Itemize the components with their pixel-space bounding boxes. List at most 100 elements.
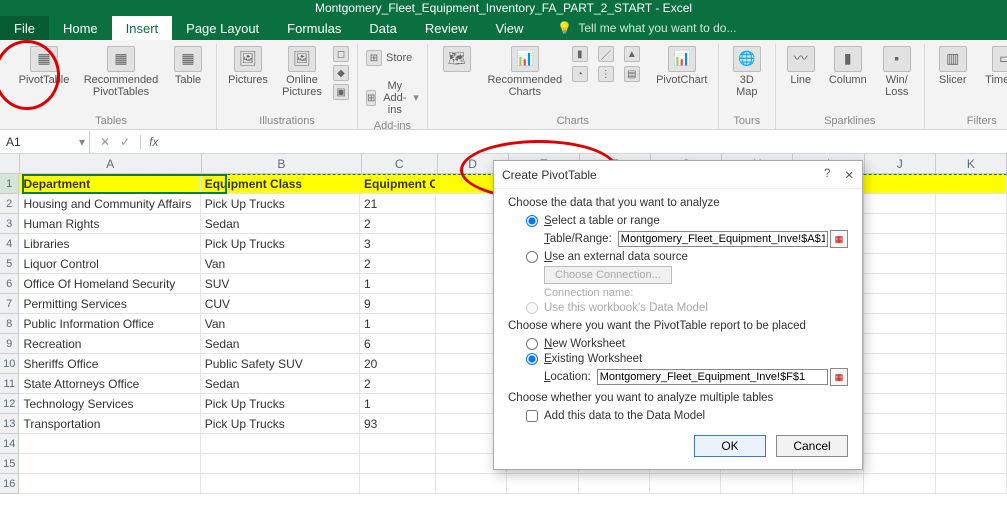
- row-header-11[interactable]: 11: [0, 374, 19, 394]
- cell-3-B[interactable]: Sedan: [201, 214, 360, 234]
- chart-line-icon[interactable]: ／: [598, 46, 614, 62]
- row-header-3[interactable]: 3: [0, 214, 19, 234]
- cell-6-B[interactable]: SUV: [201, 274, 360, 294]
- cell-16-I[interactable]: [793, 474, 864, 494]
- sparkline-winloss-button[interactable]: ▪ Win/ Loss: [878, 44, 916, 98]
- cell-14-B[interactable]: [201, 434, 360, 454]
- cell-7-C[interactable]: 9: [360, 294, 436, 314]
- cell-16-C[interactable]: [360, 474, 436, 494]
- location-input[interactable]: [597, 369, 828, 385]
- row-header-14[interactable]: 14: [0, 434, 19, 454]
- cell-16-E[interactable]: [507, 474, 578, 494]
- name-box[interactable]: A1 ▾: [0, 131, 90, 153]
- cell-8-K[interactable]: [936, 314, 1007, 334]
- tab-formulas[interactable]: Formulas: [273, 16, 355, 40]
- cell-15-C[interactable]: [360, 454, 436, 474]
- tab-data[interactable]: Data: [355, 16, 410, 40]
- checkbox-add-data-model[interactable]: [526, 410, 538, 422]
- my-addins-button[interactable]: ⊞ My Add-ins ▾: [366, 78, 419, 118]
- cell-8-J[interactable]: [864, 314, 935, 334]
- recommended-charts-button[interactable]: 📊 Recommended Charts: [486, 44, 564, 98]
- tab-view[interactable]: View: [481, 16, 537, 40]
- cell-11-J[interactable]: [864, 374, 935, 394]
- cell-15-A[interactable]: [19, 454, 200, 474]
- cell-5-J[interactable]: [864, 254, 935, 274]
- tab-review[interactable]: Review: [411, 16, 482, 40]
- cell-2-C[interactable]: 21: [360, 194, 436, 214]
- cell-13-B[interactable]: Pick Up Trucks: [201, 414, 360, 434]
- cell-15-B[interactable]: [201, 454, 360, 474]
- cell-12-C[interactable]: 1: [360, 394, 436, 414]
- cell-1-K[interactable]: [936, 174, 1007, 194]
- cell-8-A[interactable]: Public Information Office: [19, 314, 200, 334]
- row-header-9[interactable]: 9: [0, 334, 19, 354]
- range-picker-icon[interactable]: ▦: [830, 230, 848, 248]
- cell-15-J[interactable]: [864, 454, 935, 474]
- row-header-13[interactable]: 13: [0, 414, 19, 434]
- location-picker-icon[interactable]: ▦: [830, 368, 848, 386]
- cell-4-A[interactable]: Libraries: [19, 234, 200, 254]
- slicer-button[interactable]: ▥ Slicer: [933, 44, 973, 86]
- pictures-button[interactable]: 🖼 Pictures: [225, 44, 271, 86]
- cell-6-J[interactable]: [864, 274, 935, 294]
- table-range-input[interactable]: [618, 231, 828, 247]
- sparkline-line-button[interactable]: 〰 Line: [784, 44, 818, 86]
- cell-13-A[interactable]: Transportation: [19, 414, 200, 434]
- row-header-7[interactable]: 7: [0, 294, 19, 314]
- cell-9-A[interactable]: Recreation: [19, 334, 200, 354]
- cell-14-C[interactable]: [360, 434, 436, 454]
- cell-16-A[interactable]: [19, 474, 200, 494]
- timeline-button[interactable]: ▭ Timeline: [981, 44, 1007, 86]
- shapes-icon[interactable]: ◻: [333, 46, 349, 62]
- cell-12-A[interactable]: Technology Services: [19, 394, 200, 414]
- chart-scatter-icon[interactable]: ⋮: [598, 66, 614, 82]
- cell-1-J[interactable]: [864, 174, 935, 194]
- cell-9-B[interactable]: Sedan: [201, 334, 360, 354]
- row-header-12[interactable]: 12: [0, 394, 19, 414]
- cancel-button[interactable]: Cancel: [776, 435, 848, 457]
- row-header-1[interactable]: 1: [0, 174, 19, 194]
- cell-16-B[interactable]: [201, 474, 360, 494]
- cell-5-A[interactable]: Liquor Control: [19, 254, 200, 274]
- cell-14-K[interactable]: [936, 434, 1007, 454]
- cell-7-J[interactable]: [864, 294, 935, 314]
- pivot-table-button[interactable]: ▦ PivotTable: [14, 44, 74, 86]
- cell-10-B[interactable]: Public Safety SUV: [201, 354, 360, 374]
- cell-2-J[interactable]: [864, 194, 935, 214]
- smartart-icon[interactable]: ◆: [333, 65, 349, 81]
- ok-button[interactable]: OK: [694, 435, 766, 457]
- dialog-titlebar[interactable]: Create PivotTable ? ✕: [494, 161, 862, 189]
- chart-area-icon[interactable]: ▲: [624, 46, 640, 62]
- cell-12-J[interactable]: [864, 394, 935, 414]
- tab-home[interactable]: Home: [49, 16, 112, 40]
- col-header-K[interactable]: K: [936, 154, 1007, 173]
- radio-select-table[interactable]: [526, 215, 538, 227]
- col-header-A[interactable]: A: [20, 154, 202, 173]
- chart-pie-icon[interactable]: ◔: [572, 66, 588, 82]
- table-button[interactable]: ▦ Table: [168, 44, 208, 86]
- cell-2-K[interactable]: [936, 194, 1007, 214]
- cell-4-C[interactable]: 3: [360, 234, 436, 254]
- cell-10-A[interactable]: Sheriffs Office: [19, 354, 200, 374]
- row-header-10[interactable]: 10: [0, 354, 19, 374]
- cell-14-A[interactable]: [19, 434, 200, 454]
- select-all-corner[interactable]: [0, 154, 20, 173]
- cell-11-C[interactable]: 2: [360, 374, 436, 394]
- cell-6-C[interactable]: 1: [360, 274, 436, 294]
- cell-5-C[interactable]: 2: [360, 254, 436, 274]
- tab-page-layout[interactable]: Page Layout: [172, 16, 273, 40]
- cell-7-A[interactable]: Permitting Services: [19, 294, 200, 314]
- cell-12-K[interactable]: [936, 394, 1007, 414]
- cell-2-B[interactable]: Pick Up Trucks: [201, 194, 360, 214]
- cell-7-B[interactable]: CUV: [201, 294, 360, 314]
- chart-stock-icon[interactable]: ▤: [624, 66, 640, 82]
- radio-new-worksheet[interactable]: [526, 338, 538, 350]
- cell-16-F[interactable]: [579, 474, 650, 494]
- cell-9-J[interactable]: [864, 334, 935, 354]
- cell-4-J[interactable]: [864, 234, 935, 254]
- cell-3-A[interactable]: Human Rights: [19, 214, 200, 234]
- cell-1-C[interactable]: Equipment C: [360, 174, 436, 194]
- tell-me-search[interactable]: 💡 Tell me what you want to do...: [557, 16, 736, 40]
- tab-insert[interactable]: Insert: [112, 16, 173, 40]
- cell-1-A[interactable]: Department: [19, 174, 200, 194]
